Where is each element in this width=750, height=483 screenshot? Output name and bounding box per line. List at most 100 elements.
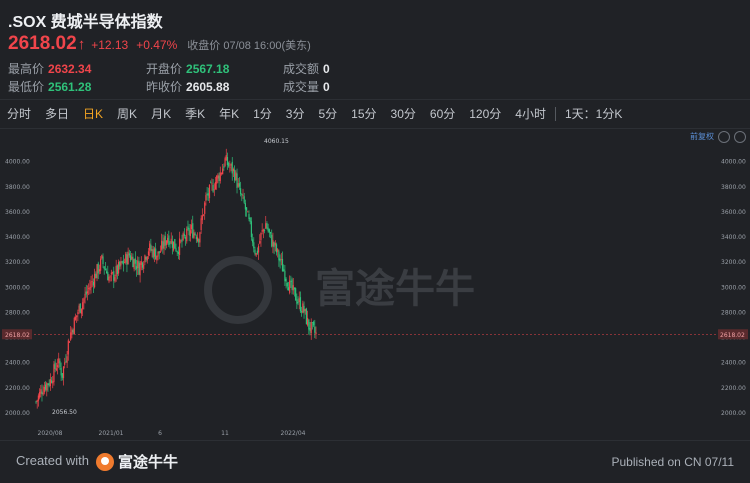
tab-5[interactable]: 季K bbox=[178, 100, 212, 128]
candle-body bbox=[108, 276, 110, 282]
tab-4[interactable]: 月K bbox=[144, 100, 178, 128]
tab-13[interactable]: 120分 bbox=[462, 100, 508, 128]
tab-15[interactable]: 1天：1分K bbox=[558, 100, 629, 128]
tab-8[interactable]: 3分 bbox=[279, 100, 312, 128]
tab-divider bbox=[554, 107, 556, 121]
arrow-up-icon: ↑ bbox=[77, 36, 86, 53]
candle-body bbox=[226, 157, 229, 165]
candle-body bbox=[194, 233, 196, 235]
candle-body bbox=[296, 299, 298, 304]
price-change-percent: +0.47% bbox=[136, 38, 178, 52]
candle-body bbox=[256, 250, 258, 254]
candle-body bbox=[268, 229, 270, 233]
candle-body bbox=[140, 261, 142, 265]
x-tick-label: 2022/04 bbox=[281, 430, 306, 437]
candle-body bbox=[244, 203, 247, 210]
candle-body bbox=[193, 232, 195, 238]
tab-1[interactable]: 多日 bbox=[38, 100, 76, 128]
candle-body bbox=[219, 172, 221, 181]
x-tick-label: 6 bbox=[158, 430, 162, 437]
candle-body bbox=[295, 288, 297, 301]
max-price-label: 4060.15 bbox=[264, 138, 289, 145]
candle-body bbox=[279, 258, 281, 262]
candle-body bbox=[36, 400, 38, 403]
kline-chart[interactable]: 富途牛牛 4000.00 4000.00 3800.00 3800.00 3600.00 3… bbox=[0, 130, 750, 440]
candle-body bbox=[299, 297, 302, 312]
candle-body bbox=[189, 230, 191, 237]
candle-body bbox=[147, 251, 150, 256]
candle-body bbox=[152, 249, 154, 258]
candle-body bbox=[59, 360, 61, 368]
tab-14[interactable]: 4小时 bbox=[508, 100, 553, 128]
candle-body bbox=[116, 265, 118, 274]
candle-body bbox=[314, 326, 316, 333]
candle-body bbox=[181, 239, 183, 242]
candle-body bbox=[71, 329, 73, 335]
tab-3[interactable]: 周K bbox=[110, 100, 144, 128]
min-price-label: 2056.50 bbox=[52, 409, 77, 416]
brand-logo: 富途牛牛 bbox=[96, 451, 178, 472]
x-tick-label: 11 bbox=[221, 430, 229, 437]
candle-body bbox=[247, 211, 249, 213]
candle-body bbox=[41, 391, 43, 395]
candle-body bbox=[65, 360, 67, 362]
y-tick-right: 3200.00 bbox=[721, 259, 746, 266]
candle-body bbox=[222, 168, 224, 175]
tab-6[interactable]: 年K bbox=[212, 100, 246, 128]
candle-body bbox=[103, 266, 105, 270]
y-tick-left: 3400.00 bbox=[5, 234, 30, 241]
stat-volume: 成交量 0 bbox=[283, 80, 330, 94]
tab-7[interactable]: 1分 bbox=[246, 100, 279, 128]
candle-body bbox=[242, 195, 244, 196]
quote-header: .SOX 费城半导体指数 2618.02 ↑ +12.13 +0.47% 收盘价… bbox=[0, 0, 750, 100]
candle-body bbox=[265, 223, 267, 229]
candle-body bbox=[107, 272, 109, 281]
candle-body bbox=[211, 183, 213, 185]
candle-body bbox=[214, 181, 217, 190]
candle-body bbox=[78, 305, 80, 312]
candle-body bbox=[95, 273, 97, 279]
candle-body bbox=[231, 161, 233, 174]
candle-body bbox=[44, 384, 47, 390]
candle-body bbox=[206, 193, 208, 196]
candle-body bbox=[251, 239, 254, 243]
candle-body bbox=[170, 238, 172, 244]
tab-12[interactable]: 60分 bbox=[423, 100, 462, 128]
tab-2[interactable]: 日K bbox=[76, 100, 110, 128]
candle-body bbox=[102, 256, 104, 265]
candle-body bbox=[101, 255, 103, 259]
candle-body bbox=[149, 243, 151, 251]
candle-body bbox=[266, 223, 268, 229]
candle-body bbox=[310, 322, 312, 334]
candle-body bbox=[161, 240, 163, 250]
price-bar: 2618.02 ↑ +12.13 +0.47% 收盘价 07/08 16:00(… bbox=[8, 33, 311, 55]
y-tick-right: 2000.00 bbox=[721, 410, 746, 417]
tab-10[interactable]: 15分 bbox=[344, 100, 383, 128]
candle-body bbox=[186, 228, 188, 242]
candle-body bbox=[77, 312, 79, 315]
tab-11[interactable]: 30分 bbox=[384, 100, 423, 128]
candle-body bbox=[83, 298, 85, 303]
y-tick-right: 4000.00 bbox=[721, 159, 746, 166]
candle-body bbox=[92, 281, 95, 286]
candle-body bbox=[64, 362, 66, 365]
candle-body bbox=[303, 305, 305, 313]
candle-body bbox=[153, 248, 156, 257]
candle-body bbox=[204, 202, 206, 214]
y-tick-right: 3400.00 bbox=[721, 234, 746, 241]
candle-body bbox=[139, 263, 141, 276]
candle-body bbox=[117, 262, 120, 274]
candle-body bbox=[119, 261, 121, 267]
tab-0[interactable]: 分时 bbox=[0, 100, 38, 128]
candle-body bbox=[291, 279, 293, 290]
tab-9[interactable]: 5分 bbox=[311, 100, 344, 128]
candle-body bbox=[105, 271, 108, 274]
candle-body bbox=[207, 193, 209, 196]
candle-body bbox=[89, 287, 91, 291]
candle-body bbox=[311, 322, 314, 324]
candle-body bbox=[66, 356, 68, 363]
candle-body bbox=[49, 378, 51, 387]
candle-body bbox=[74, 316, 77, 320]
candle-body bbox=[80, 308, 83, 314]
stat-high: 最高价 2632.34 bbox=[8, 62, 92, 76]
